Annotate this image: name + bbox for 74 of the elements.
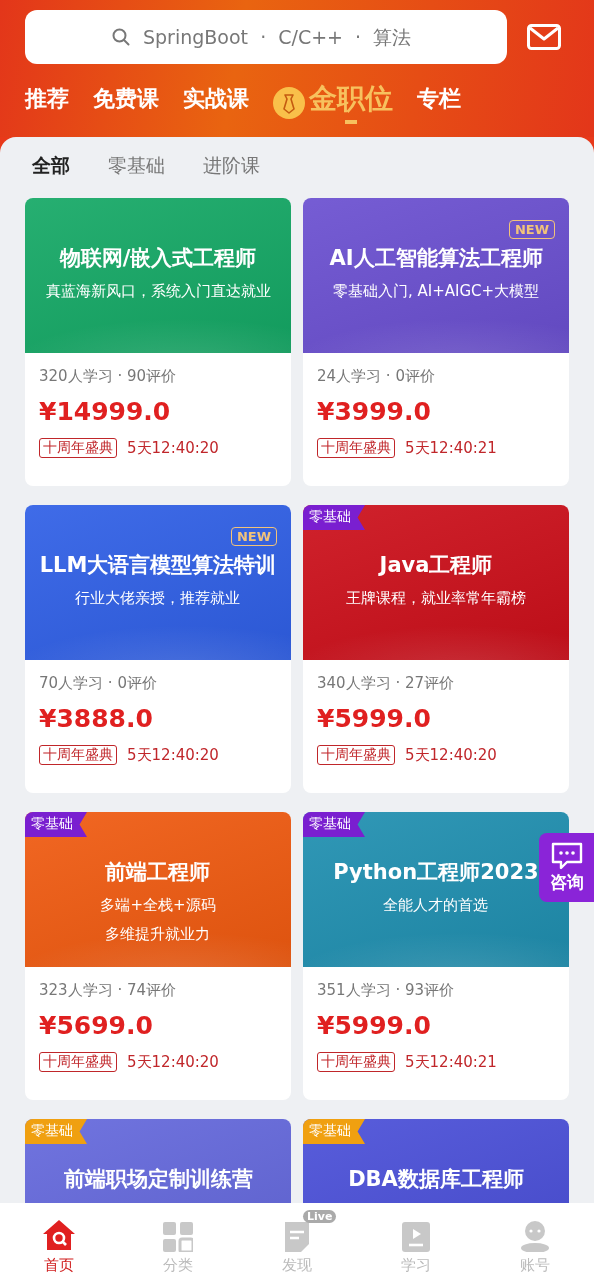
course-price: ¥3999.0	[317, 398, 432, 426]
countdown-text: 5天12:40:21	[405, 1052, 497, 1072]
nav-tab[interactable]: 推荐	[25, 86, 69, 113]
course-stats: 24人学习 · 0评价	[317, 367, 436, 386]
filter-tab[interactable]: 全部	[32, 151, 70, 198]
banner-title: DBA数据库工程师	[348, 1166, 524, 1193]
countdown-text: 5天12:40:21	[405, 438, 497, 458]
level-badge: 零基础	[25, 812, 87, 837]
banner-title: 前端职场定制训练营	[63, 1166, 253, 1193]
course-stats: 320人学习 · 90评价	[39, 367, 178, 386]
banner-subtitle: 全能人才的首选	[383, 896, 489, 915]
nav-tab[interactable]: 专栏	[417, 86, 461, 113]
promo-tag: 十周年盛典	[317, 438, 395, 458]
promo-tag: 十周年盛典	[39, 745, 117, 765]
bottom-nav-item[interactable]: 首页	[19, 1208, 100, 1275]
course-price: ¥14999.0	[39, 398, 172, 426]
banner-title: 物联网/嵌入式工程师	[59, 245, 257, 272]
video-book-icon	[401, 1222, 430, 1252]
search-field[interactable]: SpringBoot · C/C++ · 算法	[25, 10, 507, 64]
course-price: ¥5999.0	[317, 705, 432, 733]
course-card[interactable]: 零基础 DBA数据库工程师	[303, 1119, 569, 1203]
level-badge: 零基础	[303, 812, 365, 837]
nav-tab[interactable]: 金职位	[309, 82, 393, 124]
banner-title: Java工程师	[379, 552, 493, 579]
new-badge: NEW	[230, 527, 277, 546]
banner-title: 前端工程师	[105, 859, 211, 886]
filter-tab[interactable]: 进阶课	[203, 151, 260, 198]
search-icon	[111, 27, 131, 47]
course-card[interactable]: 零基础 前端职场定制训练营	[25, 1119, 291, 1203]
course-card[interactable]: 物联网/嵌入式工程师 真蓝海新风口，系统入门直达就业 320人学习 · 90评价 ¥14999.0 十周年盛典 5天12:40:20	[25, 198, 291, 486]
course-price: ¥5699.0	[39, 1012, 154, 1040]
course-price: ¥3888.0	[39, 705, 154, 733]
user-icon	[518, 1220, 551, 1252]
countdown-text: 5天12:40:20	[127, 745, 219, 765]
banner-title: AI人工智能算法工程师	[329, 245, 543, 272]
banner-subtitle: 多端+全栈+源码	[100, 896, 216, 915]
course-card[interactable]: 零基础 Java工程师 王牌课程，就业率常年霸榜 340人学习 · 27评价 ¥5999.0 十周年盛典 5天12:40:20	[303, 505, 569, 793]
nav-tab[interactable]: 实战课	[183, 86, 249, 113]
promo-tag: 十周年盛典	[317, 1052, 395, 1072]
course-card[interactable]: NEW LLM大语言模型算法特训 行业大佬亲授，推荐就业 70人学习 · 0评价 ¥3888.0 十周年盛典 5天12:40:20	[25, 505, 291, 793]
course-card[interactable]: NEW AI人工智能算法工程师 零基础入门, AI+AIGC+大模型 24人学习 · 0评价 ¥3999.0 十周年盛典 5天12:40:21	[303, 198, 569, 486]
banner-title: Python工程师2023	[333, 859, 539, 886]
course-price: ¥5999.0	[317, 1012, 432, 1040]
mail-icon[interactable]	[527, 24, 561, 50]
new-badge: NEW	[508, 220, 555, 239]
chat-icon	[549, 841, 584, 871]
banner-subtitle: 多维提升就业力	[105, 925, 211, 944]
level-badge: 零基础	[303, 1119, 365, 1144]
course-stats: 340人学习 · 27评价	[317, 674, 456, 693]
nav-tab[interactable]: 免费课	[93, 86, 159, 113]
countdown-text: 5天12:40:20	[127, 438, 219, 458]
banner-subtitle: 真蓝海新风口，系统入门直达就业	[45, 282, 271, 301]
banner-subtitle: 王牌课程，就业率常年霸榜	[346, 589, 526, 608]
course-card[interactable]: 零基础 前端工程师 多端+全栈+源码 多维提升就业力 323人学习 · 74评价 ¥5699.0 十周年盛典 5天12:40:20	[25, 812, 291, 1100]
promo-tag: 十周年盛典	[39, 438, 117, 458]
countdown-text: 5天12:40:20	[127, 1052, 219, 1072]
promo-tag: 十周年盛典	[39, 1052, 117, 1072]
consult-button[interactable]: 咨询	[539, 833, 594, 902]
filter-tab[interactable]: 零基础	[108, 151, 165, 198]
course-stats: 70人学习 · 0评价	[39, 674, 158, 693]
course-stats: 351人学习 · 93评价	[317, 981, 456, 1000]
banner-subtitle: 零基础入门, AI+AIGC+大模型	[332, 282, 540, 301]
level-badge: 零基础	[303, 505, 365, 530]
live-badge: Live	[303, 1210, 337, 1223]
banner-subtitle: 行业大佬亲授，推荐就业	[75, 589, 241, 608]
banner-title: LLM大语言模型算法特训	[39, 552, 277, 579]
grid-icon	[163, 1222, 194, 1252]
level-badge: 零基础	[25, 1119, 87, 1144]
countdown-text: 5天12:40:20	[405, 745, 497, 765]
promo-tag: 十周年盛典	[317, 745, 395, 765]
course-stats: 323人学习 · 74评价	[39, 981, 178, 1000]
bottom-nav-item[interactable]: Live 发现	[257, 1208, 337, 1275]
document-icon	[283, 1222, 311, 1252]
necktie-icon	[273, 86, 305, 119]
